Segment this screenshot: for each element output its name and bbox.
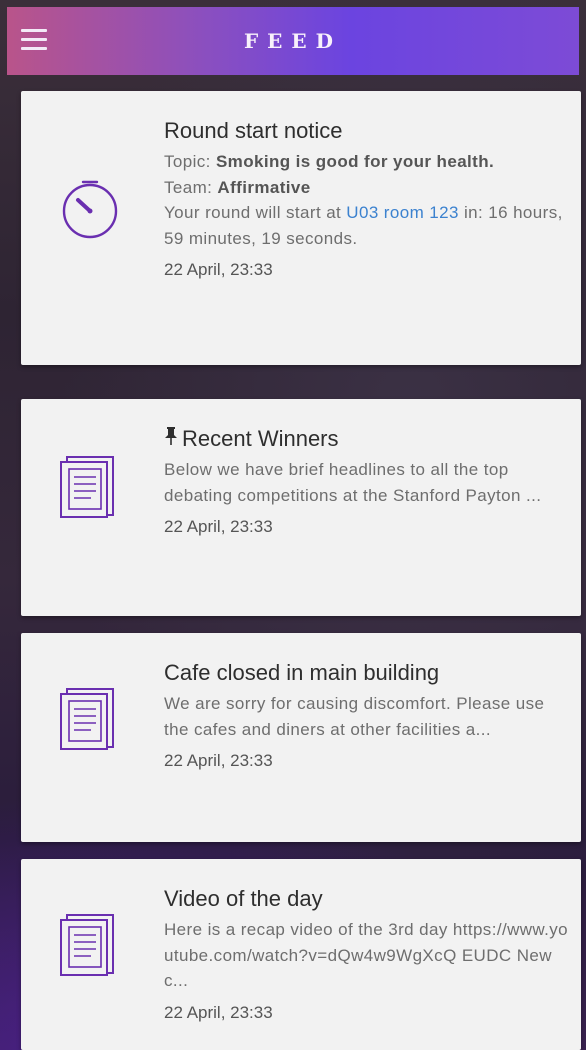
document-icon bbox=[55, 909, 125, 979]
card-date: 22 April, 23:33 bbox=[164, 751, 273, 770]
card-excerpt: Here is a recap video of the 3rd day htt… bbox=[164, 920, 569, 990]
app-header: FEED bbox=[7, 7, 579, 75]
document-icon bbox=[55, 451, 125, 521]
card-date: 22 April, 23:33 bbox=[164, 260, 273, 279]
team-value: Affirmative bbox=[217, 177, 311, 197]
card-topic: Topic: Smoking is good for your health. bbox=[164, 149, 569, 175]
card-date: 22 April, 23:33 bbox=[164, 1002, 273, 1022]
topic-label: Topic: bbox=[164, 152, 211, 171]
timer-icon bbox=[55, 173, 125, 243]
card-title: Video of the day bbox=[164, 886, 323, 911]
card-title: Round start notice bbox=[164, 118, 343, 143]
feed-card-round-notice[interactable]: Round start notice Topic: Smoking is goo… bbox=[21, 91, 581, 365]
feed-card-recent-winners[interactable]: Recent Winners Below we have brief headl… bbox=[21, 399, 581, 616]
page-title: FEED bbox=[243, 29, 343, 53]
pin-icon bbox=[164, 425, 178, 453]
team-label: Team: bbox=[164, 177, 213, 197]
start-prefix: Your round will start at bbox=[164, 203, 342, 222]
card-title: Recent Winners bbox=[164, 425, 569, 453]
card-content: Cafe closed in main building We are sorr… bbox=[164, 659, 569, 773]
card-excerpt: Below we have brief headlines to all the… bbox=[164, 460, 542, 505]
card-title: Cafe closed in main building bbox=[164, 660, 440, 685]
document-icon bbox=[55, 683, 125, 753]
card-content: Round start notice Topic: Smoking is goo… bbox=[164, 117, 569, 282]
card-content: Video of the day Here is a recap video o… bbox=[164, 885, 569, 1025]
card-team: Team: Affirmative bbox=[164, 175, 569, 201]
location-link[interactable]: U03 room 123 bbox=[346, 203, 459, 222]
card-title-text: Recent Winners bbox=[182, 426, 339, 451]
card-excerpt: We are sorry for causing discomfort. Ple… bbox=[164, 694, 545, 739]
feed-card-video-of-day[interactable]: Video of the day Here is a recap video o… bbox=[21, 859, 581, 1050]
feed-card-cafe-closed[interactable]: Cafe closed in main building We are sorr… bbox=[21, 633, 581, 842]
card-date: 22 April, 23:33 bbox=[164, 517, 273, 536]
start-suffix: in: bbox=[463, 203, 484, 222]
card-content: Recent Winners Below we have brief headl… bbox=[164, 425, 569, 539]
topic-value: Smoking is good for your health. bbox=[215, 152, 495, 171]
card-start-info: Your round will start at U03 room 123 in… bbox=[164, 200, 569, 251]
